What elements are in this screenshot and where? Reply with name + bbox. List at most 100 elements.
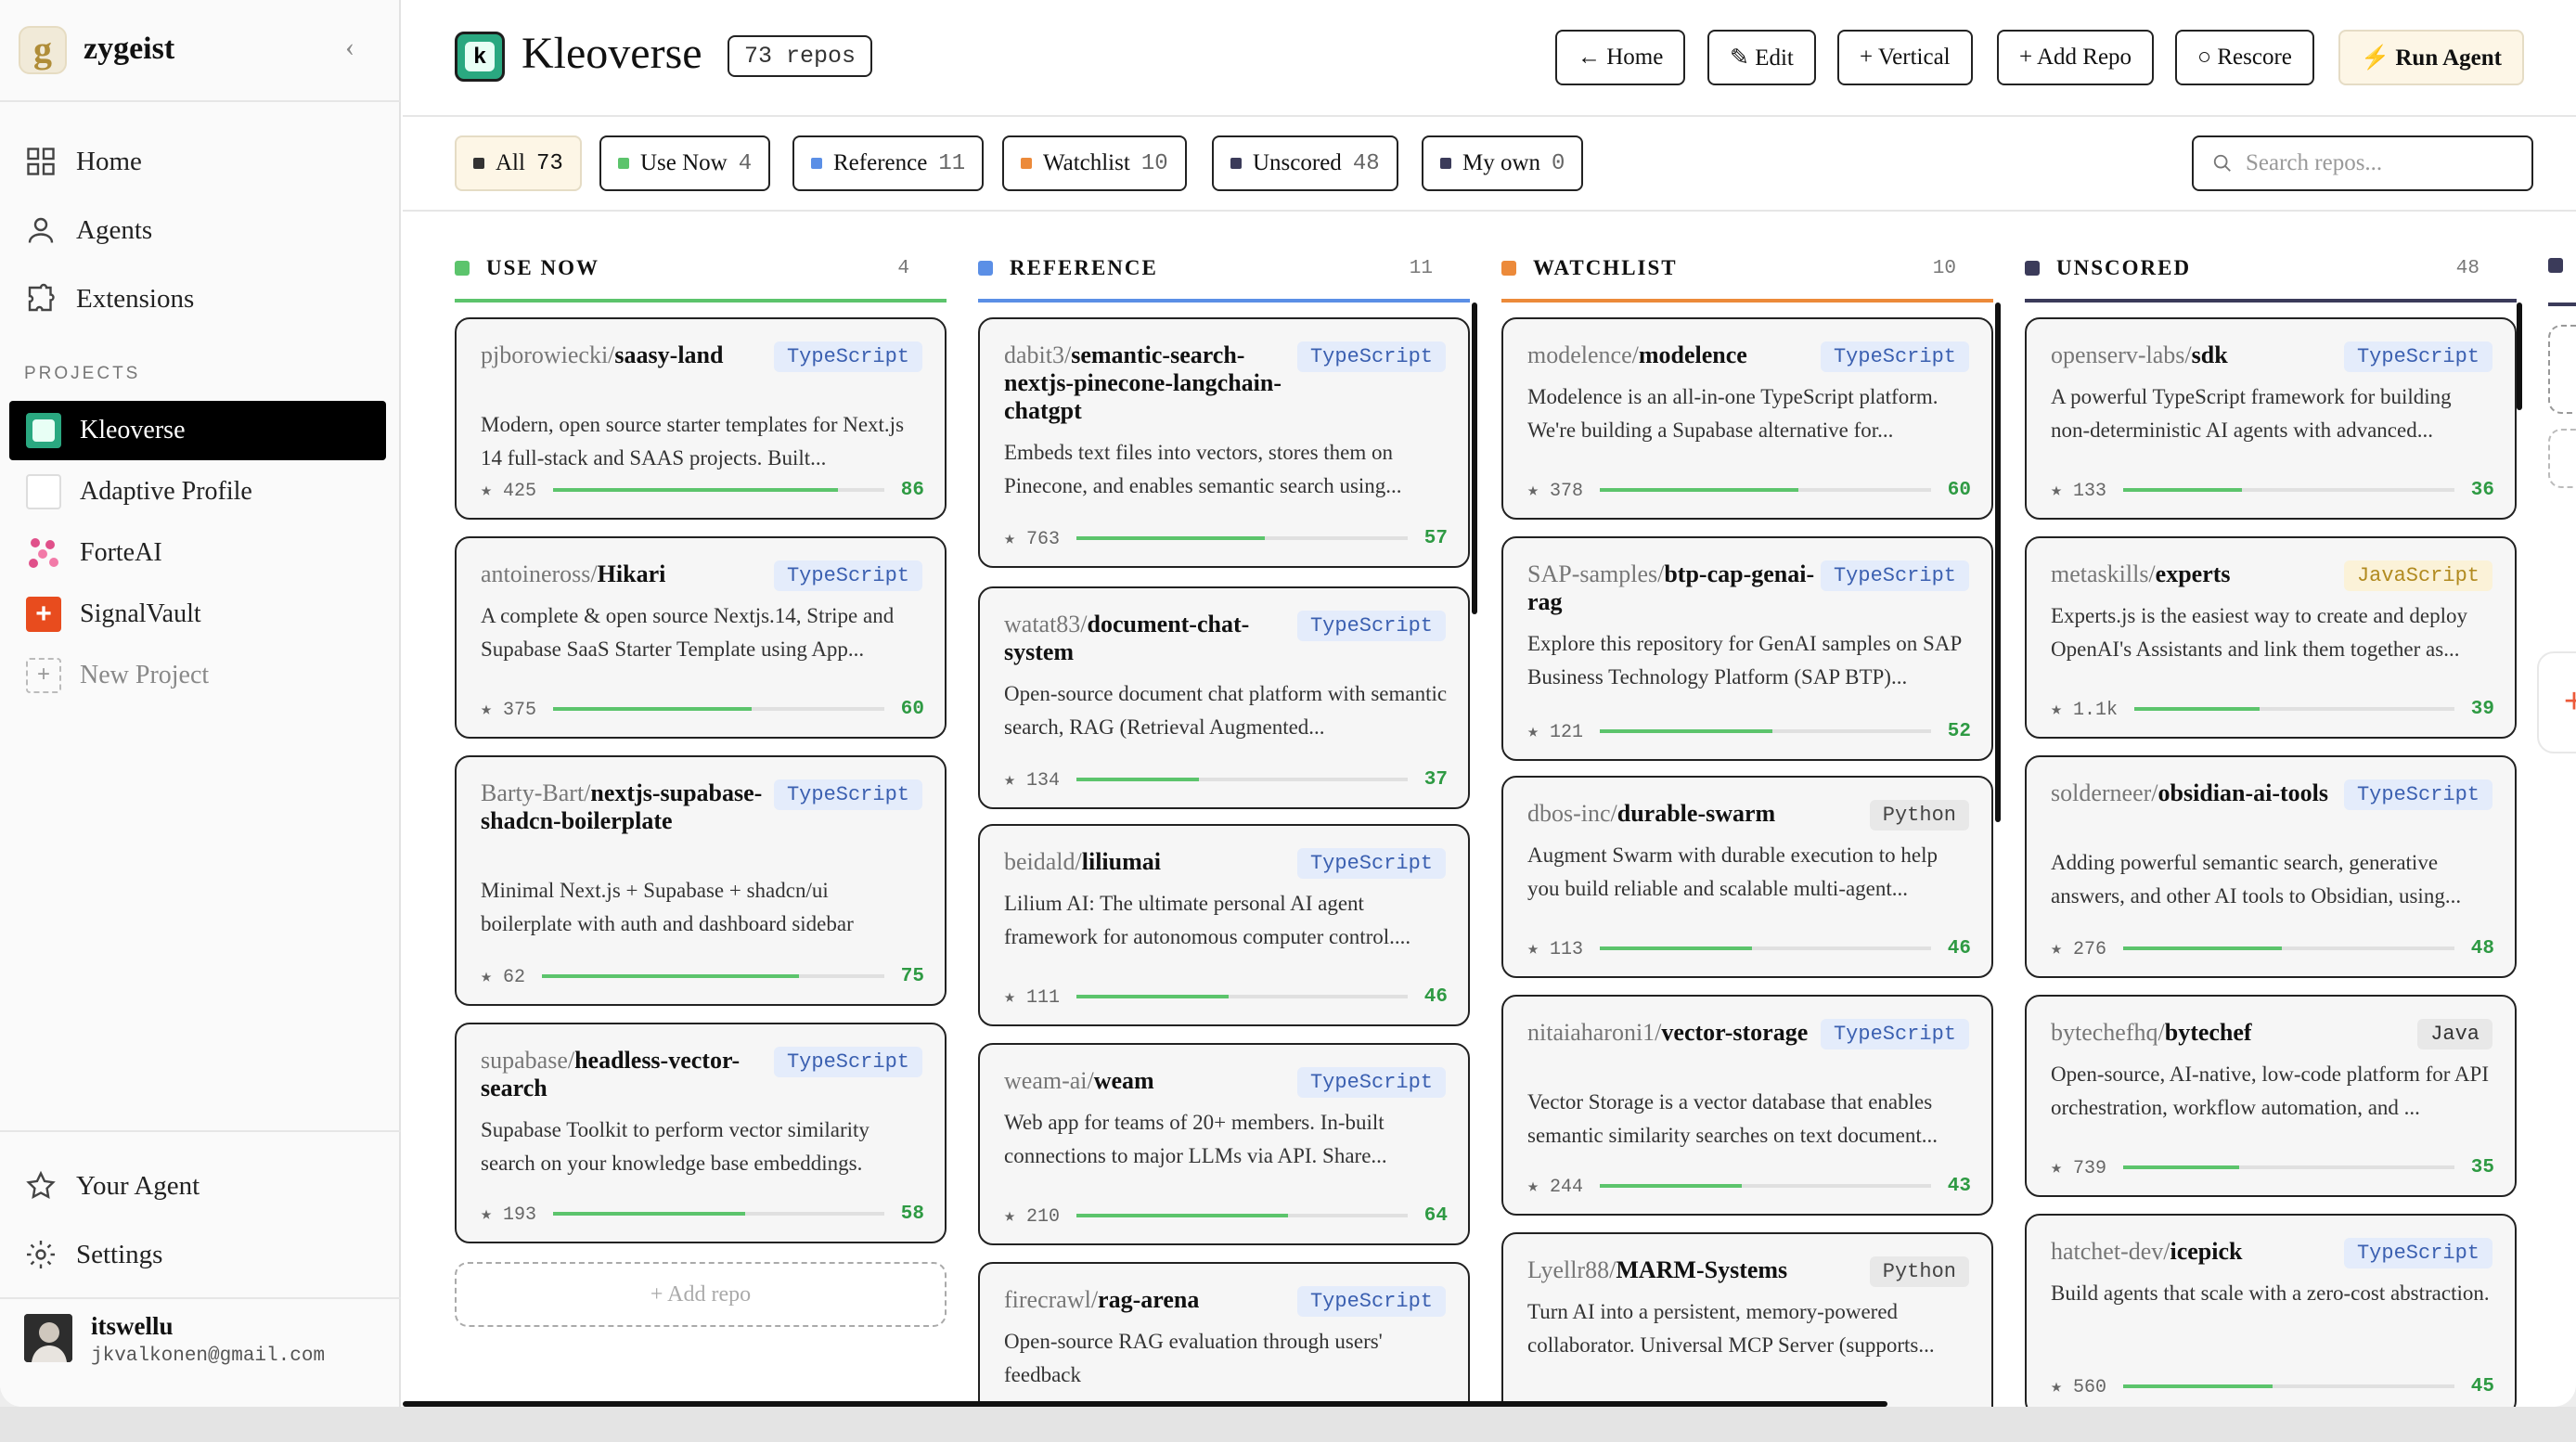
project-kleoverse[interactable]: Kleoverse bbox=[9, 401, 386, 460]
repo-title[interactable]: metaskills/experts bbox=[2051, 560, 2357, 588]
score-value: 46 bbox=[1423, 985, 1448, 1008]
filter-my-own[interactable]: My own 0 bbox=[1422, 135, 1584, 191]
filter-use-now[interactable]: Use Now 4 bbox=[599, 135, 771, 191]
repo-title[interactable]: SAP-samples/btp-cap-genai-rag bbox=[1527, 560, 1834, 616]
add-repo-slot[interactable]: + Add repo bbox=[455, 1262, 947, 1327]
repo-title[interactable]: bytechefhq/bytechef bbox=[2051, 1019, 2357, 1047]
edit-button[interactable]: ✎ Edit bbox=[1707, 30, 1816, 85]
repo-owner: solderneer/ bbox=[2051, 779, 2158, 806]
repo-card[interactable]: hatchet-dev/icepick TypeScript Build agent… bbox=[2025, 1214, 2517, 1407]
repo-title[interactable]: watat83/document-chat-system bbox=[1004, 611, 1310, 666]
repo-description: Embeds text files into vectors, stores t… bbox=[1004, 441, 1402, 497]
repo-card[interactable]: openserv-labs/sdk TypeScript A powerful Ty… bbox=[2025, 317, 2517, 520]
nav-home[interactable]: Home bbox=[24, 137, 142, 186]
repo-name: saasy-land bbox=[614, 341, 724, 368]
project-adaptive-profile[interactable]: Adaptive Profile bbox=[9, 462, 386, 521]
run-agent-button[interactable]: ⚡ Run Agent bbox=[2338, 30, 2524, 85]
score-value: 39 bbox=[2470, 698, 2494, 720]
score-bar bbox=[1076, 1214, 1408, 1217]
nav-label: Agents bbox=[76, 214, 153, 245]
language-badge: TypeScript bbox=[1296, 848, 1446, 879]
repo-title[interactable]: supabase/headless-vector-search bbox=[481, 1047, 787, 1102]
repo-description: A complete & open source Nextjs.14, Stri… bbox=[481, 604, 895, 661]
kanban-board: USE NOW 4 pjborowiecki/saasy-land TypeScrip… bbox=[403, 213, 2576, 1407]
repo-card[interactable]: solderneer/obsidian-ai-tools TypeScript Ad… bbox=[2025, 755, 2517, 978]
project-label: Kleoverse bbox=[80, 416, 186, 444]
repo-title[interactable]: firecrawl/rag-arena bbox=[1004, 1286, 1310, 1314]
repo-description: Vector Storage is a vector database that… bbox=[1527, 1090, 1938, 1147]
filter-all[interactable]: All 73 bbox=[455, 135, 582, 191]
star-count: ★ 244 bbox=[1527, 1177, 1584, 1198]
repo-card[interactable]: dbos-inc/durable-swarm Python Augment Swar… bbox=[1501, 776, 1993, 978]
app-window: g zygeist ‹ Home Agents Extensions PROJE… bbox=[0, 0, 2576, 1407]
score-value: 45 bbox=[2470, 1375, 2494, 1397]
repo-title[interactable]: beidald/liliumai bbox=[1004, 848, 1310, 876]
repo-card[interactable]: beidald/liliumai TypeScript Lilium AI: The… bbox=[978, 824, 1470, 1026]
filter-bar: All 73 Use Now 4 Reference 11 Watchlist 10 U… bbox=[403, 119, 2576, 212]
nav-settings[interactable]: Settings bbox=[24, 1230, 162, 1279]
repo-card[interactable]: dabit3/semantic-search-nextjs-pinecone-l… bbox=[978, 317, 1470, 568]
project-forteai[interactable]: ForteAI bbox=[9, 523, 386, 583]
repo-card[interactable]: antoineross/Hikari TypeScript A complete &… bbox=[455, 536, 947, 739]
new-project-button[interactable]: + New Project bbox=[9, 646, 386, 705]
nav-agents[interactable]: Agents bbox=[24, 206, 152, 254]
language-badge: Python bbox=[1869, 800, 1969, 830]
add-repo-button[interactable]: + Add Repo bbox=[1997, 30, 2155, 85]
repo-card[interactable]: watat83/document-chat-system TypeScript Op… bbox=[978, 586, 1470, 809]
repo-title[interactable]: solderneer/obsidian-ai-tools bbox=[2051, 779, 2357, 807]
repo-title[interactable]: Barty-Bart/nextjs-supabase-shadcn-boiler… bbox=[481, 779, 787, 835]
repo-title[interactable]: pjborowiecki/saasy-land bbox=[481, 341, 787, 369]
repo-card[interactable]: supabase/headless-vector-search TypeScrip… bbox=[455, 1023, 947, 1243]
collapse-sidebar-icon[interactable]: ‹ bbox=[345, 32, 354, 63]
repo-owner: dbos-inc/ bbox=[1527, 800, 1617, 827]
avatar[interactable] bbox=[24, 1314, 72, 1362]
repo-owner: hatchet-dev/ bbox=[2051, 1238, 2170, 1265]
repo-title[interactable]: weam-ai/weam bbox=[1004, 1067, 1310, 1095]
repo-title[interactable]: openserv-labs/sdk bbox=[2051, 341, 2357, 369]
repo-title[interactable]: hatchet-dev/icepick bbox=[2051, 1238, 2357, 1266]
repo-owner: Lyellr88/ bbox=[1527, 1256, 1616, 1283]
repo-card[interactable]: Lyellr88/MARM-Systems Python Turn AI into … bbox=[1501, 1232, 1993, 1407]
repo-meta: ★ 121 52 bbox=[1527, 720, 1971, 744]
repo-title[interactable]: modelence/modelence bbox=[1527, 341, 1834, 369]
column-scrollbar[interactable] bbox=[1472, 303, 1477, 614]
repo-card[interactable]: weam-ai/weam TypeScript Web app for teams … bbox=[978, 1043, 1470, 1245]
filter-reference[interactable]: Reference 11 bbox=[792, 135, 985, 191]
add-vertical-button[interactable]: + Vertical bbox=[1837, 30, 1973, 85]
repo-title[interactable]: nitaiaharoni1/vector-storage bbox=[1527, 1019, 1834, 1047]
repo-title[interactable]: antoineross/Hikari bbox=[481, 560, 787, 588]
nav-extensions[interactable]: Extensions bbox=[24, 275, 194, 323]
repo-card[interactable]: SAP-samples/btp-cap-genai-rag TypeScript E… bbox=[1501, 536, 1993, 761]
filter-unscored[interactable]: Unscored 48 bbox=[1212, 135, 1398, 191]
score-value: 64 bbox=[1423, 1204, 1448, 1227]
score-value: 36 bbox=[2470, 479, 2494, 501]
score-value: 43 bbox=[1947, 1175, 1971, 1197]
score-bar bbox=[1600, 946, 1931, 950]
column-scrollbar[interactable] bbox=[2517, 303, 2522, 410]
add-column-button[interactable]: + bbox=[2537, 651, 2576, 753]
repo-card[interactable]: metaskills/experts JavaScript Experts.js i… bbox=[2025, 536, 2517, 739]
user-email: jkvalkonen@gmail.com bbox=[91, 1345, 326, 1367]
repo-card[interactable]: bytechefhq/bytechef Java Open-source, AI-n… bbox=[2025, 995, 2517, 1197]
repo-meta: ★ 193 58 bbox=[481, 1203, 924, 1227]
repo-title[interactable]: Lyellr88/MARM-Systems bbox=[1527, 1256, 1834, 1284]
nav-label: Extensions bbox=[76, 283, 195, 314]
search-input[interactable]: Search repos... bbox=[2192, 135, 2533, 191]
rescore-button[interactable]: ○ Rescore bbox=[2175, 30, 2314, 85]
score-bar-fill bbox=[2123, 1384, 2273, 1388]
repo-card[interactable]: Barty-Bart/nextjs-supabase-shadcn-boiler… bbox=[455, 755, 947, 1006]
project-signalvault[interactable]: + SignalVault bbox=[9, 585, 386, 644]
column-scrollbar[interactable] bbox=[1995, 303, 2001, 822]
filter-watchlist[interactable]: Watchlist 10 bbox=[1002, 135, 1187, 191]
repo-card[interactable]: pjborowiecki/saasy-land TypeScript Modern,… bbox=[455, 317, 947, 520]
repo-card[interactable]: modelence/modelence TypeScript Modelence i… bbox=[1501, 317, 1993, 520]
repo-card[interactable]: firecrawl/rag-arena TypeScript Open-source… bbox=[978, 1262, 1470, 1407]
repo-title[interactable]: dbos-inc/durable-swarm bbox=[1527, 800, 1834, 828]
home-button[interactable]: ← Home bbox=[1555, 30, 1686, 85]
repo-card[interactable]: nitaiaharoni1/vector-storage TypeScript Ve… bbox=[1501, 995, 1993, 1216]
repo-meta: ★ 1.1k 39 bbox=[2051, 698, 2494, 722]
chip-count: 10 bbox=[1140, 150, 1168, 176]
nav-your-agent[interactable]: Your Agent bbox=[24, 1162, 200, 1210]
score-bar bbox=[2134, 707, 2454, 711]
repo-title[interactable]: dabit3/semantic-search-nextjs-pinecone-l… bbox=[1004, 341, 1310, 425]
